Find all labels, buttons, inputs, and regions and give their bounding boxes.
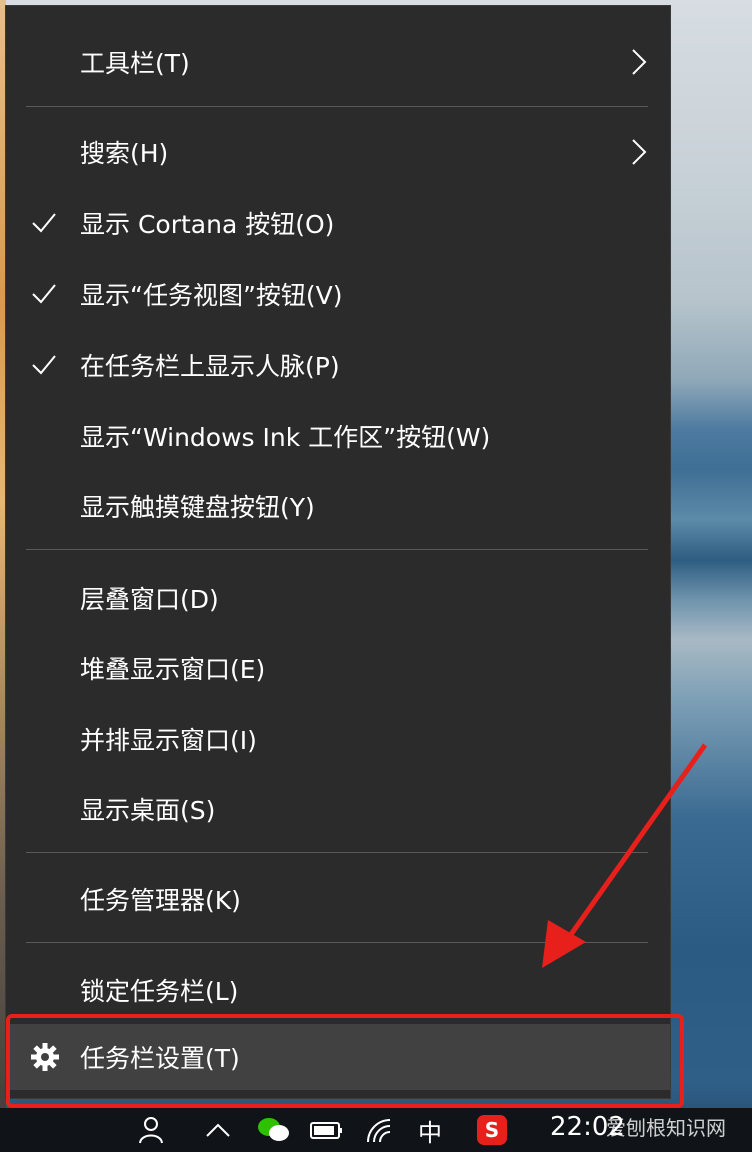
menu-item-label: 显示“Windows Ink 工作区”按钮(W) bbox=[80, 423, 491, 452]
ime-icon[interactable]: 中 bbox=[412, 1114, 448, 1147]
chevron-up-icon[interactable] bbox=[200, 1114, 236, 1146]
wifi-icon[interactable] bbox=[362, 1114, 398, 1146]
menu-item-label: 显示“任务视图”按钮(V) bbox=[80, 281, 343, 310]
menu-item-show-cortana-button[interactable]: 显示 Cortana 按钮(O) bbox=[6, 193, 670, 253]
menu-item-label: 并排显示窗口(I) bbox=[80, 726, 257, 755]
menu-item-label: 工具栏(T) bbox=[80, 49, 190, 78]
menu-item-stack-windows[interactable]: 堆叠显示窗口(E) bbox=[6, 638, 670, 698]
menu-item-show-people[interactable]: 在任务栏上显示人脉(P) bbox=[6, 335, 670, 395]
chevron-right-icon bbox=[632, 139, 647, 165]
ime-label: 中 bbox=[418, 1118, 442, 1147]
menu-separator bbox=[26, 852, 648, 853]
checkmark-icon bbox=[32, 284, 56, 304]
menu-item-lock-taskbar[interactable]: 锁定任务栏(L) bbox=[6, 960, 670, 1020]
menu-item-side-by-side-windows[interactable]: 并排显示窗口(I) bbox=[6, 709, 670, 769]
menu-item-label: 层叠窗口(D) bbox=[80, 585, 219, 614]
checkmark-icon bbox=[32, 355, 56, 375]
watermark: 爱刨根知识网 bbox=[606, 1116, 726, 1140]
menu-separator bbox=[26, 106, 648, 107]
wechat-icon[interactable] bbox=[254, 1114, 294, 1146]
menu-item-show-desktop[interactable]: 显示桌面(S) bbox=[6, 779, 670, 839]
menu-item-label: 在任务栏上显示人脉(P) bbox=[80, 352, 340, 381]
menu-item-show-touch-keyboard-button[interactable]: 显示触摸键盘按钮(Y) bbox=[6, 476, 670, 536]
menu-item-search[interactable]: 搜索(H) bbox=[6, 122, 670, 182]
menu-item-label: 堆叠显示窗口(E) bbox=[80, 655, 266, 684]
sogou-icon[interactable]: S bbox=[474, 1114, 510, 1146]
taskbar-context-menu: 工具栏(T) 搜索(H) 显示 Cortana 按钮(O) 显示“任务视图”按钮… bbox=[6, 6, 670, 1098]
menu-item-label: 显示触摸键盘按钮(Y) bbox=[80, 493, 315, 522]
menu-item-label: 显示 Cortana 按钮(O) bbox=[80, 210, 335, 239]
menu-item-toolbars[interactable]: 工具栏(T) bbox=[6, 32, 670, 92]
menu-item-show-windows-ink-button[interactable]: 显示“Windows Ink 工作区”按钮(W) bbox=[6, 406, 670, 466]
menu-item-label: 锁定任务栏(L) bbox=[80, 977, 239, 1006]
menu-item-label: 任务栏设置(T) bbox=[80, 1044, 240, 1073]
menu-item-label: 搜索(H) bbox=[80, 139, 169, 168]
menu-item-task-manager[interactable]: 任务管理器(K) bbox=[6, 869, 670, 929]
checkmark-icon bbox=[32, 213, 56, 233]
menu-item-label: 任务管理器(K) bbox=[80, 886, 241, 915]
menu-item-cascade-windows[interactable]: 层叠窗口(D) bbox=[6, 568, 670, 628]
gear-icon bbox=[31, 1043, 59, 1071]
battery-icon[interactable] bbox=[306, 1114, 346, 1146]
svg-text:S: S bbox=[485, 1118, 499, 1142]
menu-item-taskbar-settings[interactable]: 任务栏设置(T) bbox=[6, 1024, 670, 1090]
menu-separator bbox=[26, 942, 648, 943]
menu-separator bbox=[26, 549, 648, 550]
chevron-right-icon bbox=[632, 49, 647, 75]
people-icon[interactable] bbox=[134, 1114, 170, 1146]
menu-item-show-task-view-button[interactable]: 显示“任务视图”按钮(V) bbox=[6, 264, 670, 324]
menu-item-label: 显示桌面(S) bbox=[80, 796, 216, 825]
